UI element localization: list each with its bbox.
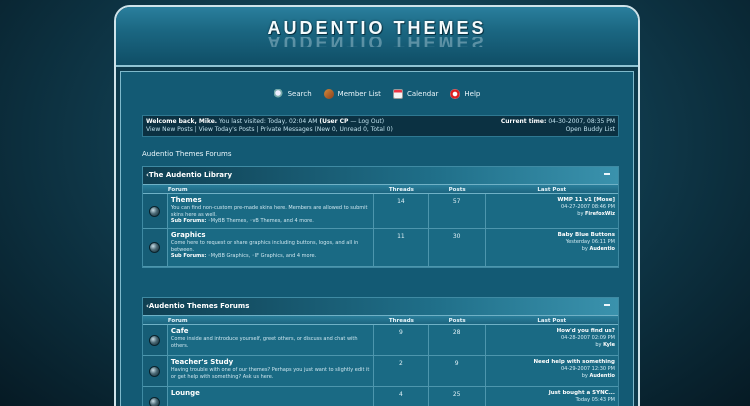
col-last-post: Last Post [537,318,567,324]
forum-row: Cafe Come inside and introduce yourself,… [143,325,618,356]
category-audentio-forums: ‹Audentio Themes Forums Forum Threads Po… [142,297,619,406]
col-last-post: Last Post [537,187,567,193]
content-area: Search Member List Calendar Help Welcome… [120,71,634,406]
last-post-title[interactable]: Just bought a SYNC... [489,390,615,397]
subforums: Sub Forums: ◦MyBB Graphics, ◦IF Graphics… [170,253,317,259]
site-logo[interactable]: AUDENTIO THEMES AUDENTIO THEMES [116,19,638,47]
forum-description: Come here to request or share graphics i… [170,240,359,253]
forum-row: Themes You can find non-custom pre-made … [143,194,618,229]
top-nav: Search Member List Calendar Help [121,89,633,99]
post-count: 57 [429,194,486,228]
thread-count: 9 [374,325,429,355]
members-icon [323,89,334,99]
pm-counts: (New 0, Unread 0, Total 0) [312,126,393,133]
column-headers: Forum Threads Posts Last Post [143,184,618,194]
logo-text: AUDENTIO THEMES [267,18,487,38]
forum-row: Teacher's Study Having trouble with one … [143,356,618,387]
forum-description: Come inside and introduce yourself, gree… [170,336,358,349]
nav-help[interactable]: Help [450,89,480,99]
logout-link[interactable]: — Log Out) [348,118,384,125]
last-post-date: 04-29-2007 12:30 PM [561,366,615,372]
last-post-title[interactable]: Baby Blue Buttons [489,232,615,239]
nav-member-list[interactable]: Member List [323,89,381,99]
nav-calendar-label: Calendar [406,90,439,98]
search-icon [273,89,284,99]
user-cp-link[interactable]: (User CP [319,118,348,125]
last-post: WMP 11 v1 [Mose] 04-27-2007 08:46 PM by … [486,194,618,228]
col-posts: Posts [448,187,466,193]
forum-name[interactable]: Themes [171,196,370,205]
forum-status-icon [149,242,161,253]
col-forum: Forum [167,187,188,193]
post-count: 30 [429,229,486,266]
thread-count: 4 [374,387,429,406]
nav-member-list-label: Member List [337,90,381,98]
board-title[interactable]: Audentio Themes Forums [142,150,231,158]
thread-count: 14 [374,194,429,228]
nav-help-label: Help [464,90,481,98]
current-time: 04-30-2007, 08:35 PM [546,118,615,125]
col-threads: Threads [388,318,414,324]
nav-calendar[interactable]: Calendar [392,89,439,99]
last-post-author[interactable]: Audentio [589,373,615,379]
nav-search-label: Search [287,90,312,98]
last-post: Baby Blue Buttons Yesterday 06:11 PM by … [486,229,618,266]
calendar-icon [392,89,403,99]
post-count: 9 [429,356,486,386]
post-count: 28 [429,325,486,355]
logo-reflection: AUDENTIO THEMES [267,37,487,47]
last-visited: You last visited: Today, 02:04 AM [217,118,320,125]
last-post-date: Today 05:43 PM [575,397,615,403]
category-header[interactable]: ‹Audentio Themes Forums [143,298,618,315]
forum-row: Lounge 4 25 Just bought a SYNC... Today … [143,387,618,406]
nav-search[interactable]: Search [273,89,312,99]
category-title[interactable]: ‹The Audentio Library [146,171,232,179]
last-post: Just bought a SYNC... Today 05:43 PM [486,387,618,406]
subforums: Sub Forums: ◦MyBB Themes, ◦vB Themes, an… [170,218,314,224]
last-post-date: Yesterday 06:11 PM [565,239,615,245]
help-icon [450,89,461,99]
forum-description: Having trouble with one of our themes? P… [170,367,370,380]
forum-status-icon [149,396,161,406]
category-title[interactable]: ‹Audentio Themes Forums [146,302,249,310]
category-audentio-library: ‹The Audentio Library Forum Threads Post… [142,166,619,268]
forum-name[interactable]: Graphics [171,231,370,240]
forum-status-icon [149,365,161,377]
current-time-label: Current time: [500,118,547,125]
forum-row: Graphics Come here to request or share g… [143,229,618,267]
forum-description: You can find non-custom pre-made skins h… [170,205,368,218]
site-header: AUDENTIO THEMES AUDENTIO THEMES [116,7,638,67]
last-post-title[interactable]: WMP 11 v1 [Mose] [489,197,615,204]
col-posts: Posts [448,318,466,324]
welcome-greeting: Welcome back, Mike. [146,118,218,125]
last-post-date: 04-27-2007 08:46 PM [561,204,615,210]
buddy-list-link[interactable]: Open Buddy List [566,126,615,133]
main-frame: AUDENTIO THEMES AUDENTIO THEMES Search M… [114,5,640,406]
last-post-author[interactable]: Audentio [589,246,615,252]
col-forum: Forum [167,318,188,324]
forum-name[interactable]: Lounge [171,389,370,398]
collapse-icon[interactable] [604,304,610,306]
thread-count: 11 [374,229,429,266]
last-post: Need help with something 04-29-2007 12:3… [486,356,618,386]
post-count: 25 [429,387,486,406]
last-post-title[interactable]: How'd you find us? [489,328,615,335]
last-post-author[interactable]: FirefoxWiz [585,211,615,217]
last-post-title[interactable]: Need help with something [489,359,615,366]
thread-count: 2 [374,356,429,386]
quick-links[interactable]: View New Posts | View Today's Posts | Pr… [146,126,313,133]
col-threads: Threads [388,187,414,193]
welcome-panel: Welcome back, Mike. You last visited: To… [142,115,619,137]
forum-status-icon [149,334,161,346]
forum-name[interactable]: Teacher's Study [171,358,370,367]
forum-name[interactable]: Cafe [171,327,370,336]
column-headers: Forum Threads Posts Last Post [143,315,618,325]
collapse-icon[interactable] [604,173,610,175]
forum-status-icon [149,205,161,217]
last-post-author[interactable]: Kyle [603,342,615,348]
last-post-date: 04-28-2007 02:09 PM [561,335,615,341]
category-header[interactable]: ‹The Audentio Library [143,167,618,184]
last-post: How'd you find us? 04-28-2007 02:09 PM b… [486,325,618,355]
